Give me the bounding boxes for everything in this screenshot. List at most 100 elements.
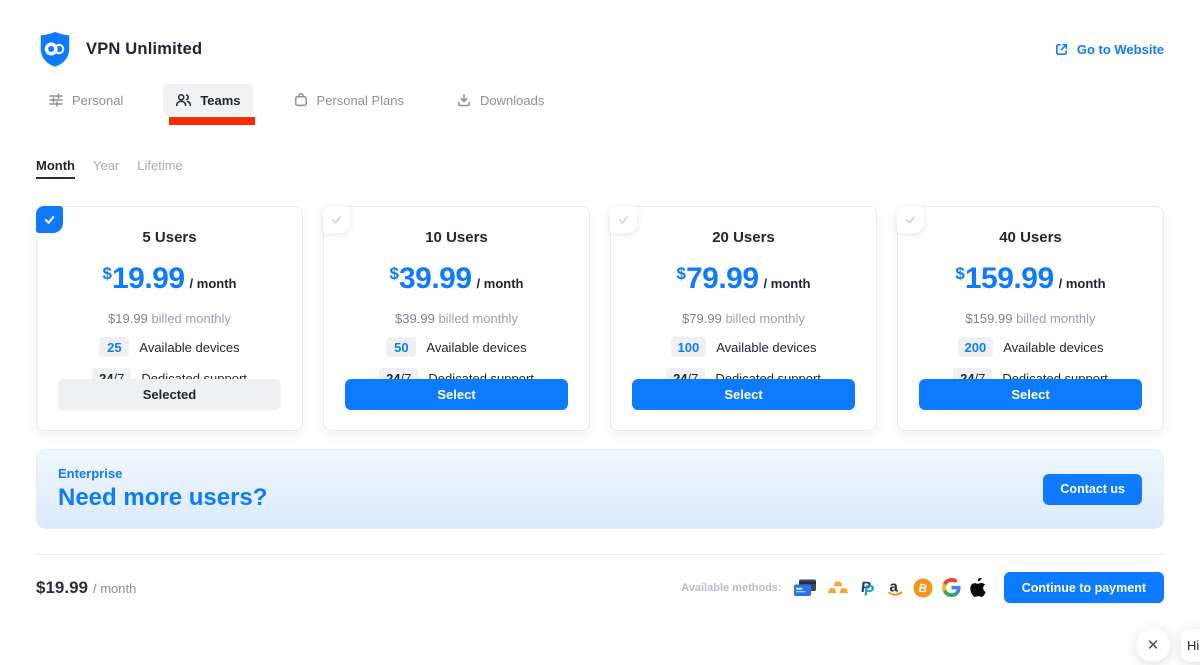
plan-title: 40 Users xyxy=(898,229,1163,246)
tab-personal-label: Personal xyxy=(72,93,123,108)
check-icon xyxy=(330,213,343,226)
billing-period-tabs: Month Year Lifetime xyxy=(36,158,1164,179)
devices-label: Available devices xyxy=(139,340,239,355)
tab-teams[interactable]: Teams xyxy=(163,84,252,116)
svg-text:P: P xyxy=(863,582,875,597)
plan-price: $39.99 / month xyxy=(324,262,589,296)
check-icon xyxy=(617,213,630,226)
billed-info: $19.99 billed monthly xyxy=(37,311,302,326)
plan-price: $79.99 / month xyxy=(611,262,876,296)
currency-sign: $ xyxy=(103,264,112,283)
apple-icon xyxy=(970,578,986,597)
people-icon xyxy=(175,92,192,108)
plan-card-10-users: 10 Users $39.99 / month $39.99 billed mon… xyxy=(323,206,590,431)
enterprise-heading: Need more users? xyxy=(58,484,267,512)
plan-title: 20 Users xyxy=(611,229,876,246)
chat-greeting-text: Hi. xyxy=(1187,638,1200,653)
tab-personal-plans-label: Personal Plans xyxy=(317,93,404,108)
plan-checkbox[interactable] xyxy=(323,206,350,233)
plan-select-button[interactable]: Selected xyxy=(58,379,281,410)
paypal-icon: P P xyxy=(859,578,877,598)
payment-methods: Available methods: xyxy=(681,578,985,598)
price-amount: 39.99 xyxy=(399,262,472,295)
credit-card-icon xyxy=(793,579,817,597)
continue-to-payment-button[interactable]: Continue to payment xyxy=(1004,572,1164,603)
tab-teams-label: Teams xyxy=(200,93,240,108)
go-to-website-label: Go to Website xyxy=(1077,42,1164,57)
devices-label: Available devices xyxy=(426,340,526,355)
currency-sign: $ xyxy=(955,264,964,283)
period-tab-year[interactable]: Year xyxy=(93,158,119,179)
devices-label: Available devices xyxy=(1003,340,1103,355)
bitcoin-icon: B xyxy=(913,578,933,598)
plan-title: 5 Users xyxy=(37,229,302,246)
checkout-footer: $19.99 / month Available methods: xyxy=(36,555,1164,603)
plan-price: $19.99 / month xyxy=(37,262,302,296)
plan-select-button[interactable]: Select xyxy=(632,379,855,410)
download-icon xyxy=(456,92,472,108)
amazon-icon: a xyxy=(886,578,904,598)
plan-title: 10 Users xyxy=(324,229,589,246)
plan-select-button[interactable]: Select xyxy=(919,379,1142,410)
plan-checkbox[interactable] xyxy=(36,206,63,233)
sliders-icon xyxy=(48,92,64,108)
vpn-unlimited-logo-icon xyxy=(36,30,74,68)
price-period: / month xyxy=(190,276,237,291)
devices-feature: 100 Available devices xyxy=(611,337,876,357)
devices-count-badge: 50 xyxy=(386,337,416,357)
period-tab-lifetime[interactable]: Lifetime xyxy=(137,158,183,179)
main-nav: Personal Teams Personal Plans D xyxy=(36,84,1164,116)
header: VPN Unlimited Go to Website xyxy=(36,0,1164,68)
plan-checkbox[interactable] xyxy=(897,206,924,233)
devices-count-badge: 100 xyxy=(671,337,707,357)
go-to-website-link[interactable]: Go to Website xyxy=(1054,42,1164,57)
footer-price-period: / month xyxy=(93,581,136,596)
gold-bars-icon xyxy=(826,579,850,596)
billed-info: $39.99 billed monthly xyxy=(324,311,589,326)
devices-count-badge: 200 xyxy=(958,337,994,357)
contact-us-button[interactable]: Contact us xyxy=(1043,474,1142,505)
chat-close-button[interactable]: ✕ xyxy=(1136,628,1170,662)
check-icon xyxy=(904,213,917,226)
devices-count-badge: 25 xyxy=(99,337,129,357)
tab-personal-plans[interactable]: Personal Plans xyxy=(281,84,416,116)
price-amount: 159.99 xyxy=(965,262,1054,295)
devices-feature: 25 Available devices xyxy=(37,337,302,357)
chat-greeting-bubble[interactable]: Hi. xyxy=(1181,629,1200,662)
devices-label: Available devices xyxy=(716,340,816,355)
devices-feature: 200 Available devices xyxy=(898,337,1163,357)
plan-select-button[interactable]: Select xyxy=(345,379,568,410)
devices-feature: 50 Available devices xyxy=(324,337,589,357)
external-link-icon xyxy=(1054,42,1069,57)
plan-card-40-users: 40 Users $159.99 / month $159.99 billed m… xyxy=(897,206,1164,431)
enterprise-eyebrow: Enterprise xyxy=(58,466,267,481)
billed-info: $79.99 billed monthly xyxy=(611,311,876,326)
plan-price: $159.99 / month xyxy=(898,262,1163,296)
check-icon xyxy=(43,213,56,226)
price-period: / month xyxy=(477,276,524,291)
price-amount: 19.99 xyxy=(112,262,185,295)
footer-price: $19.99 xyxy=(36,578,88,597)
payment-methods-label: Available methods: xyxy=(681,582,781,594)
page-title: VPN Unlimited xyxy=(86,40,202,59)
tab-downloads-label: Downloads xyxy=(480,93,544,108)
tab-personal[interactable]: Personal xyxy=(36,84,135,116)
plan-checkbox[interactable] xyxy=(610,206,637,233)
footer-total: $19.99 / month xyxy=(36,578,136,598)
price-period: / month xyxy=(764,276,811,291)
period-tab-month[interactable]: Month xyxy=(36,158,75,179)
google-icon xyxy=(942,578,961,597)
plan-card-5-users: 5 Users $19.99 / month $19.99 billed mont… xyxy=(36,206,303,431)
plan-card-20-users: 20 Users $79.99 / month $79.99 billed mon… xyxy=(610,206,877,431)
currency-sign: $ xyxy=(390,264,399,283)
active-tab-indicator xyxy=(169,117,254,125)
close-icon: ✕ xyxy=(1147,636,1160,654)
bag-icon xyxy=(293,92,309,108)
currency-sign: $ xyxy=(677,264,686,283)
billed-info: $159.99 billed monthly xyxy=(898,311,1163,326)
enterprise-banner: Enterprise Need more users? Contact us xyxy=(36,449,1164,529)
tab-downloads[interactable]: Downloads xyxy=(444,84,556,116)
price-period: / month xyxy=(1059,276,1106,291)
price-amount: 79.99 xyxy=(686,262,759,295)
plan-cards: 5 Users $19.99 / month $19.99 billed mont… xyxy=(36,206,1164,431)
